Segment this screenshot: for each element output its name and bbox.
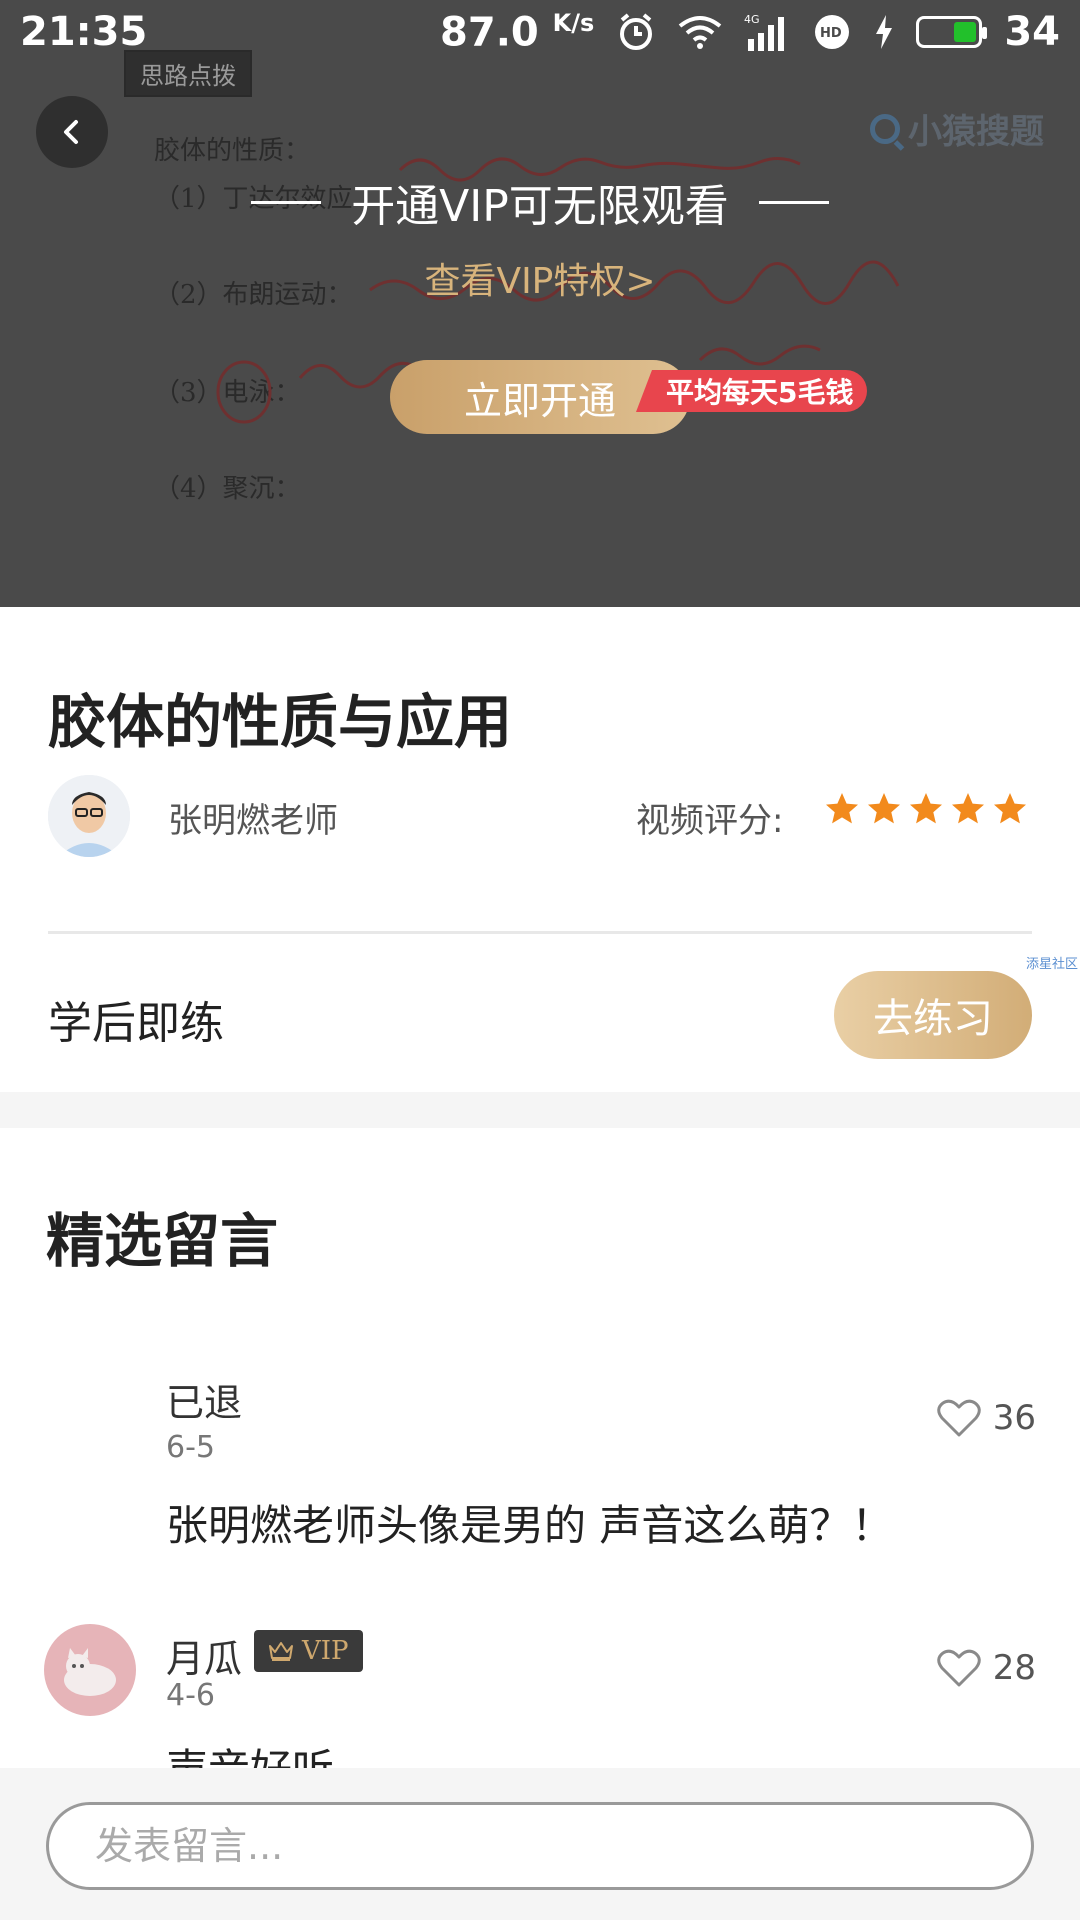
comment-input[interactable] bbox=[46, 1802, 1034, 1890]
battery-icon bbox=[916, 15, 988, 48]
star-icon bbox=[994, 793, 1026, 824]
status-time: 21:35 bbox=[20, 9, 148, 55]
title-dash-left bbox=[251, 200, 322, 204]
heart-icon bbox=[936, 1649, 981, 1687]
network-speed: 87.0 K/s bbox=[440, 8, 595, 56]
star-icon bbox=[952, 793, 984, 824]
comment-bar bbox=[0, 1768, 1080, 1920]
star-icon bbox=[868, 793, 900, 824]
svg-text:4G: 4G bbox=[744, 13, 760, 26]
like-count: 28 bbox=[992, 1648, 1036, 1688]
crown-icon bbox=[269, 1642, 293, 1661]
signal-4g-icon: 4G bbox=[744, 13, 790, 51]
commenter-avatar[interactable] bbox=[44, 1624, 136, 1716]
comment-username[interactable]: 已退 bbox=[166, 1372, 242, 1427]
comment-text: 张明燃老师头像是男的 声音这么萌？！ bbox=[166, 1501, 894, 1550]
status-bar: 21:35 87.0 K/s 4G HD 34 bbox=[0, 0, 1080, 64]
teacher-name[interactable]: 张明燃老师 bbox=[168, 793, 338, 842]
video-player[interactable]: 思路点拨 小猿搜题 胶体的性质： （1）丁达尔效应 （2）布朗运动： （3）电泳… bbox=[0, 0, 1080, 607]
promo-badge: 平均每天5毛钱 bbox=[636, 370, 868, 412]
chevron-left-icon bbox=[64, 120, 78, 144]
heart-icon bbox=[936, 1399, 981, 1437]
comment-username[interactable]: 月瓜 bbox=[166, 1628, 242, 1683]
vip-badge: VIP bbox=[254, 1630, 363, 1672]
section-gap bbox=[0, 1092, 1080, 1128]
wifi-icon bbox=[678, 14, 722, 50]
rating-stars bbox=[824, 791, 1028, 827]
comment-text: 声音好听 bbox=[166, 1736, 334, 1768]
comments-section: 精选留言 已退 6-5 36 张明燃老师头像是男的 声音这么萌？！ 月瓜 VIP… bbox=[0, 1128, 1080, 1768]
battery-level: 34 bbox=[1004, 8, 1060, 55]
like-button[interactable]: 36 bbox=[936, 1398, 1036, 1438]
comments-title: 精选留言 bbox=[46, 1207, 279, 1275]
comment-date: 4-6 bbox=[166, 1678, 215, 1713]
back-button[interactable] bbox=[36, 96, 108, 168]
star-icon bbox=[826, 793, 858, 824]
practice-label: 学后即练 bbox=[48, 998, 224, 1049]
like-count: 36 bbox=[992, 1398, 1036, 1438]
svg-text:HD: HD bbox=[820, 26, 842, 41]
lesson-title: 胶体的性质与应用 bbox=[48, 688, 513, 756]
teacher-avatar[interactable] bbox=[48, 775, 130, 857]
practice-button[interactable]: 去练习 bbox=[834, 971, 1032, 1059]
alarm-icon bbox=[616, 12, 656, 52]
star-icon bbox=[910, 793, 942, 824]
hd-icon: HD bbox=[812, 12, 852, 52]
charging-icon bbox=[874, 14, 894, 49]
like-button[interactable]: 28 bbox=[936, 1648, 1036, 1688]
rating-label: 视频评分: bbox=[636, 801, 784, 841]
lesson-info: 胶体的性质与应用 张明燃老师 视频评分: 添星社区 学后即练 去练习 bbox=[0, 607, 1080, 1092]
watermark: 添星社区 bbox=[1025, 957, 1078, 972]
vip-title: 开通VIP可无限观看 bbox=[0, 170, 1080, 234]
divider bbox=[48, 931, 1032, 934]
comment-date: 6-5 bbox=[166, 1430, 215, 1465]
title-dash-right bbox=[758, 200, 829, 204]
vip-privileges-link[interactable]: 查看VIP特权> bbox=[0, 252, 1080, 304]
